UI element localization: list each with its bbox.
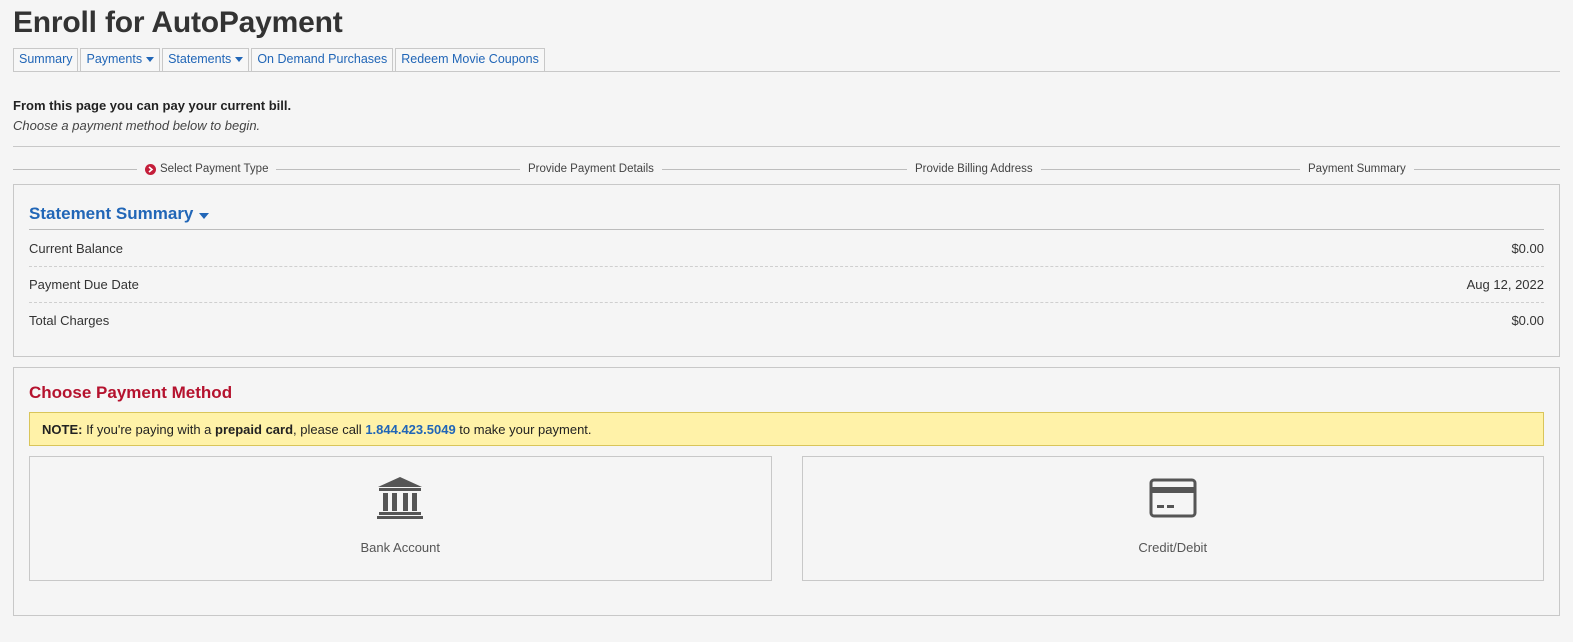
note-prefix: NOTE:: [42, 421, 83, 437]
intro-text: From this page you can pay your current …: [13, 96, 1560, 136]
tab-payments[interactable]: Payments: [80, 48, 161, 71]
credit-debit-label: Credit/Debit: [1138, 540, 1208, 555]
statement-summary-header: Statement Summary: [29, 185, 1544, 230]
credit-debit-option[interactable]: Credit/Debit: [801, 456, 1544, 581]
chevron-right-circle-icon: [145, 163, 156, 175]
row-value: $0.00: [1511, 313, 1544, 328]
prepaid-card-note: NOTE: If you're paying with a prepaid ca…: [29, 412, 1544, 446]
step-payment-summary: Payment Summary: [1300, 161, 1414, 177]
progress-steps: Select Payment Type Provide Payment Deta…: [13, 156, 1560, 182]
row-label: Total Charges: [29, 313, 110, 328]
bank-account-option[interactable]: Bank Account: [29, 456, 772, 581]
step-provide-billing-address: Provide Billing Address: [907, 161, 1041, 177]
row-value: $0.00: [1511, 240, 1544, 256]
step-label: Payment Summary: [1308, 163, 1406, 175]
tab-statements[interactable]: Statements: [162, 48, 250, 71]
note-text: to make your payment.: [455, 421, 592, 437]
step-provide-payment-details: Provide Payment Details: [520, 161, 662, 177]
tab-label: On Demand Purchases: [257, 52, 388, 66]
caret-down-icon: [199, 213, 210, 219]
payment-method-panel: Choose Payment Method NOTE: If you're pa…: [13, 367, 1560, 616]
intro-line-1: From this page you can pay your current …: [13, 98, 292, 113]
statement-summary-title: Statement Summary: [29, 204, 194, 223]
bank-icon: [376, 476, 424, 520]
page-title: Enroll for AutoPayment: [13, 6, 343, 39]
tab-label: Statements: [168, 52, 232, 66]
note-text: , please call: [293, 421, 366, 437]
tab-label: Payments: [86, 52, 143, 66]
payment-options: Bank Account Credit/Debit: [29, 456, 1544, 581]
caret-down-icon: [235, 57, 244, 62]
summary-row-payment-due-date: Payment Due Date Aug 12, 2022: [29, 266, 1544, 302]
statement-summary-panel: Statement Summary Current Balance $0.00 …: [13, 184, 1560, 357]
page: Enroll for AutoPayment Summary Payments …: [0, 0, 1573, 642]
step-label: Select Payment Type: [160, 163, 269, 175]
note-text: If you're paying with a: [82, 421, 216, 437]
nav-tabs: Summary Payments Statements On Demand Pu…: [13, 48, 1560, 72]
payment-method-title: Choose Payment Method: [29, 383, 233, 402]
note-emphasis: prepaid card: [215, 421, 294, 437]
tab-summary[interactable]: Summary: [13, 48, 79, 71]
row-value: Aug 12, 2022: [1466, 277, 1544, 292]
bank-account-label: Bank Account: [360, 540, 441, 555]
summary-row-total-charges: Total Charges $0.00: [29, 302, 1544, 338]
tab-label: Redeem Movie Coupons: [401, 52, 539, 66]
step-select-payment-type: Select Payment Type: [137, 161, 277, 177]
row-label: Payment Due Date: [29, 277, 139, 292]
tab-label: Summary: [19, 52, 73, 66]
step-label: Provide Billing Address: [915, 163, 1033, 175]
credit-card-icon: [1149, 476, 1197, 520]
phone-link[interactable]: 1.844.423.5049: [365, 422, 455, 437]
statement-summary-toggle[interactable]: Statement Summary: [29, 204, 210, 224]
summary-row-current-balance: Current Balance $0.00: [29, 230, 1544, 266]
intro-line-2: Choose a payment method below to begin.: [13, 118, 261, 133]
divider: [13, 146, 1560, 147]
caret-down-icon: [146, 57, 155, 62]
row-label: Current Balance: [29, 240, 123, 256]
tab-redeem-movie-coupons[interactable]: Redeem Movie Coupons: [395, 48, 545, 71]
step-label: Provide Payment Details: [528, 163, 654, 175]
tab-on-demand-purchases[interactable]: On Demand Purchases: [251, 48, 394, 71]
